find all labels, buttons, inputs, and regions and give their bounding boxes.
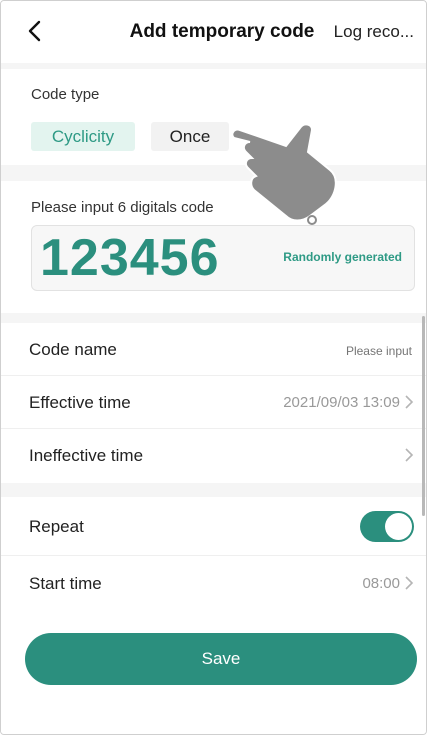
code-type-section: Code type Cyclicity Once [1,69,426,165]
start-time-value: 08:00 [362,575,400,592]
chevron-right-icon [405,395,414,409]
repeat-toggle[interactable] [360,511,414,542]
scrollbar-thumb[interactable] [422,316,425,516]
code-name-label: Code name [29,340,117,359]
toggle-knob [385,513,412,540]
code-details-section: Code name Effective time 2021/09/03 13:0… [1,323,426,483]
code-type-cyclicity-option[interactable]: Cyclicity [31,122,135,151]
ineffective-time-label: Ineffective time [29,446,144,465]
code-name-row[interactable]: Code name [1,323,426,376]
repeat-row: Repeat [1,497,426,556]
repeat-label: Repeat [29,517,84,536]
code-name-input[interactable] [290,343,414,359]
chevron-right-icon [405,448,414,462]
randomly-generated-button[interactable]: Randomly generated [283,250,402,264]
screen: Add temporary code Log reco... Code type… [0,0,427,735]
code-type-label: Code type [31,86,100,103]
code-input-section: Please input 6 digitals code 123456 Rand… [1,181,426,313]
start-time-label: Start time [29,574,102,593]
pointing-hand-icon [231,123,337,225]
save-area: Save [1,609,426,734]
top-bar: Add temporary code Log reco... [1,1,426,63]
ineffective-time-row[interactable]: Ineffective time [1,429,426,481]
effective-time-label: Effective time [29,393,131,412]
chevron-right-icon [405,576,414,590]
code-input-label: Please input 6 digitals code [31,199,214,216]
code-type-once-option[interactable]: Once [151,122,229,151]
repeat-section: Repeat Start time 08:00 [1,497,426,609]
start-time-row[interactable]: Start time 08:00 [1,557,426,609]
effective-time-value: 2021/09/03 13:09 [283,394,400,411]
save-button[interactable]: Save [25,633,417,685]
effective-time-row[interactable]: Effective time 2021/09/03 13:09 [1,376,426,429]
code-value: 123456 [40,229,220,287]
code-input-box[interactable]: 123456 Randomly generated [31,225,415,291]
log-records-link[interactable]: Log reco... [334,22,414,42]
